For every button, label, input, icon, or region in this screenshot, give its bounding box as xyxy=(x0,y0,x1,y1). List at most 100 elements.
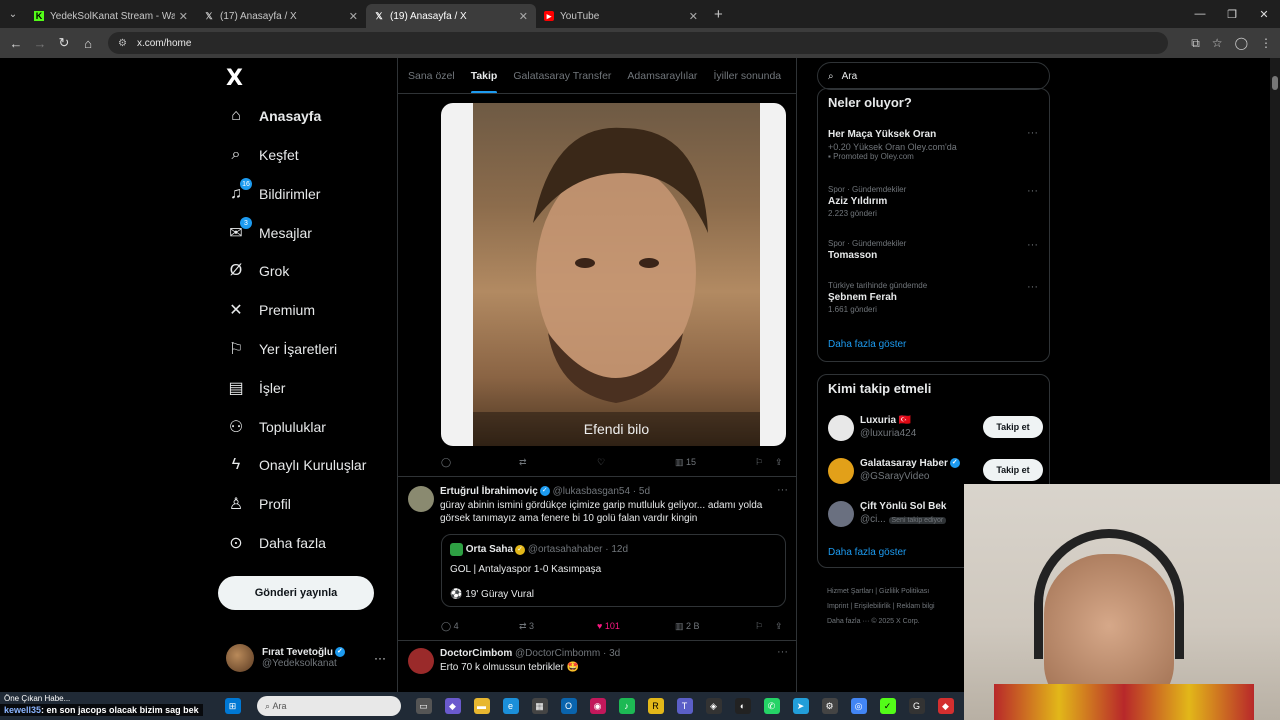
close-icon[interactable]: ✕ xyxy=(689,10,698,23)
more-icon[interactable]: ··· xyxy=(374,651,386,665)
spotify-icon[interactable]: ♪ xyxy=(618,698,635,714)
home-button[interactable]: ⌂ xyxy=(76,36,100,51)
copilot-icon[interactable]: ◆ xyxy=(444,698,461,714)
menu-icon[interactable]: ⋮ xyxy=(1260,36,1272,51)
outlook-icon[interactable]: O xyxy=(560,698,577,714)
minimize-button[interactable]: — xyxy=(1184,0,1216,28)
app-icon[interactable]: G xyxy=(908,698,925,714)
show-more-trends-link[interactable]: Daha fazla göster xyxy=(828,339,906,350)
follow-suggestion[interactable]: Luxuria 🇹🇷 @luxuria424 Takip et xyxy=(828,413,1043,445)
app-icon[interactable]: ◈ xyxy=(705,698,722,714)
app-icon[interactable]: ◉ xyxy=(589,698,606,714)
repost-icon[interactable]: ⇄ xyxy=(519,457,597,468)
browser-tab[interactable]: ▸ YouTube ✕ xyxy=(536,4,706,28)
chrome-icon[interactable]: ◎ xyxy=(850,698,867,714)
post-button[interactable]: Gönderi yayınla xyxy=(218,576,374,610)
close-icon[interactable]: ✕ xyxy=(349,10,358,23)
trend-item[interactable]: Spor · Gündemdekiler Tomasson ··· xyxy=(828,239,1038,263)
star-icon[interactable]: ☆ xyxy=(1212,36,1223,51)
trend-item[interactable]: Spor · Gündemdekiler Aziz Yıldırım 2.223… xyxy=(828,185,1038,218)
share-icon[interactable]: ⇪ xyxy=(775,621,783,632)
file-explorer-icon[interactable]: ▬ xyxy=(473,698,490,714)
browser-tab[interactable]: 𝕏 (17) Anasayfa / X ✕ xyxy=(196,4,366,28)
tab-list-iyiller[interactable]: İyiller sonunda xyxy=(713,58,781,93)
close-window-button[interactable]: ✕ xyxy=(1248,0,1280,28)
tab-search-icon[interactable]: ⌄ xyxy=(0,0,26,28)
nav-item-jobs[interactable]: ▤ İşler xyxy=(226,373,285,403)
news-widget-label[interactable]: Öne Çıkan Habe... xyxy=(4,694,70,703)
site-info-icon[interactable]: ⚙ xyxy=(118,38,127,49)
nav-item-explore[interactable]: ⌕ Keşfet xyxy=(226,140,299,170)
tab-list-adamsaraylilar[interactable]: Adamsaraylılar xyxy=(627,58,697,93)
install-app-icon[interactable]: ⧉ xyxy=(1191,36,1200,51)
url-field[interactable]: ⚙ x.com/home xyxy=(108,32,1168,54)
reload-button[interactable]: ↻ xyxy=(52,35,76,51)
nav-item-bookmarks[interactable]: ⚐ Yer İşaretleri xyxy=(226,334,337,364)
app-icon[interactable]: ◆ xyxy=(937,698,954,714)
nav-item-premium[interactable]: ✕ Premium xyxy=(226,295,315,325)
more-icon[interactable]: ··· xyxy=(1027,185,1038,197)
obs-icon[interactable]: ◐ xyxy=(734,698,751,714)
taskbar-search[interactable]: ⌕ Ara xyxy=(257,696,401,716)
footer-link[interactable]: Imprint xyxy=(827,603,848,610)
close-icon[interactable]: ✕ xyxy=(179,10,188,23)
new-tab-button[interactable]: + xyxy=(714,6,723,23)
task-view-icon[interactable]: ▭ xyxy=(415,698,432,714)
account-switcher[interactable]: Fırat Tevetoğlu ✓ @Yedeksolkanat ··· xyxy=(226,641,386,675)
nav-item-messages[interactable]: ✉ 3 Mesajlar xyxy=(226,217,312,248)
footer-link[interactable]: Reklam bilgi xyxy=(896,603,934,610)
share-icon[interactable]: ⇪ xyxy=(775,457,783,468)
store-icon[interactable]: ▦ xyxy=(531,698,548,714)
footer-link[interactable]: Daha fazla ··· xyxy=(827,618,869,625)
repost-stat[interactable]: ⇄ 3 xyxy=(519,621,597,632)
footer-link[interactable]: Hizmet Şartları xyxy=(827,588,873,595)
browser-tab-active[interactable]: 𝕏 (19) Anasayfa / X ✕ xyxy=(366,4,536,28)
like-icon[interactable]: ♡ xyxy=(597,457,675,468)
nav-item-home[interactable]: ⌂ Anasayfa xyxy=(226,101,321,131)
quoted-tweet[interactable]: Orta Saha ✓ @ortasahahaber · 12d GOL | An… xyxy=(441,534,786,607)
more-icon[interactable]: ··· xyxy=(1027,239,1038,251)
views-stat[interactable]: ▥ 2 B xyxy=(675,621,755,632)
footer-link[interactable]: Gizlilik Politikası xyxy=(879,588,929,595)
reply-stat[interactable]: ◯ 4 xyxy=(441,621,519,632)
nav-item-verified-orgs[interactable]: ϟ Onaylı Kuruluşlar xyxy=(226,450,367,480)
reply-icon[interactable]: ◯ xyxy=(441,457,519,468)
footer-link[interactable]: Erişilebilirlik xyxy=(854,603,891,610)
whatsapp-icon[interactable]: ✆ xyxy=(763,698,780,714)
search-input[interactable]: ⌕ Ara xyxy=(817,62,1050,90)
edge-icon[interactable]: e xyxy=(502,698,519,714)
bookmark-icon[interactable]: ⚐ xyxy=(755,621,775,632)
nav-item-notifications[interactable]: ♫ 16 Bildirimler xyxy=(226,178,320,209)
tab-following[interactable]: Takip xyxy=(470,58,497,93)
like-stat[interactable]: ♥ 101 xyxy=(597,621,675,631)
telegram-icon[interactable]: ➤ xyxy=(792,698,809,714)
browser-tab[interactable]: K YedekSolKanat Stream - Watch ✕ xyxy=(26,4,196,28)
app-icon[interactable]: ⚙ xyxy=(821,698,838,714)
show-more-follow-link[interactable]: Daha fazla göster xyxy=(828,547,906,558)
tab-for-you[interactable]: Sana özel xyxy=(408,58,455,93)
nav-item-profile[interactable]: ♙ Profil xyxy=(226,489,291,519)
more-icon[interactable]: ··· xyxy=(1027,281,1038,293)
follow-button[interactable]: Takip et xyxy=(983,459,1043,481)
back-button[interactable]: ← xyxy=(4,36,28,51)
maximize-button[interactable]: ❐ xyxy=(1216,0,1248,28)
more-icon[interactable]: ··· xyxy=(777,646,788,658)
forward-button[interactable]: → xyxy=(28,36,52,51)
scrollbar-thumb[interactable] xyxy=(1272,76,1278,90)
tab-list-gs-transfer[interactable]: Galatasaray Transfer xyxy=(513,58,611,93)
trend-item[interactable]: Türkiye tarihinde gündemde Şebnem Ferah … xyxy=(828,281,1038,314)
nav-item-more[interactable]: ⊙ Daha fazla xyxy=(226,528,326,558)
trend-item[interactable]: Her Maça Yüksek Oran +0.20 Yüksek Oran O… xyxy=(828,127,1038,161)
follow-button[interactable]: Takip et xyxy=(983,416,1043,438)
more-icon[interactable]: ··· xyxy=(777,484,788,496)
account-icon[interactable]: ◯ xyxy=(1235,36,1248,51)
start-icon[interactable]: ⊞ xyxy=(224,698,241,714)
post-image[interactable]: Efendi bilo xyxy=(441,103,786,446)
nav-item-communities[interactable]: ⚇ Topluluklar xyxy=(226,412,326,442)
more-icon[interactable]: ··· xyxy=(1027,127,1038,139)
close-icon[interactable]: ✕ xyxy=(519,10,528,23)
views-stat[interactable]: ▥ 15 xyxy=(675,457,755,468)
app-icon[interactable]: R xyxy=(647,698,664,714)
nav-item-grok[interactable]: Ø Grok xyxy=(226,256,290,286)
x-logo-icon[interactable]: X xyxy=(226,66,243,91)
